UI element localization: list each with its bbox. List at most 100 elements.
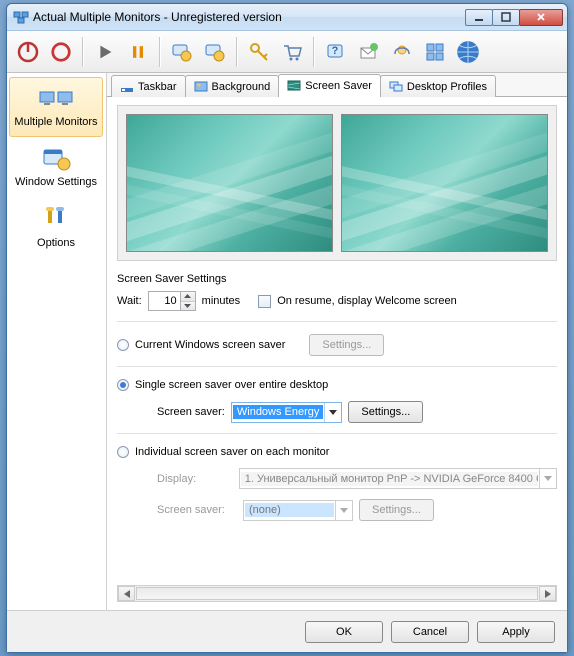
combo-value: Windows Energy (233, 405, 324, 419)
app-icon (13, 9, 29, 25)
combo-value: (none) (245, 503, 334, 517)
wait-label: Wait: (117, 295, 142, 307)
pause-button[interactable] (122, 35, 154, 69)
separator (117, 433, 557, 434)
radio-individual-label: Individual screen saver on each monitor (135, 446, 329, 458)
nav-label: Multiple Monitors (14, 116, 97, 128)
chevron-down-icon (539, 469, 556, 488)
support-button[interactable] (386, 35, 418, 69)
display-combo: 1. Универсальный монитор PnP -> NVIDIA G… (239, 468, 557, 489)
titlebar[interactable]: Actual Multiple Monitors - Unregistered … (7, 4, 567, 31)
indiv-settings-button: Settings... (359, 499, 434, 521)
single-saver-row: Screen saver: Windows Energy Settings... (157, 401, 557, 423)
help-button[interactable]: ? (320, 35, 352, 69)
key-button[interactable] (243, 35, 275, 69)
nav-window-settings[interactable]: Window Settings (9, 137, 103, 197)
windows-button[interactable] (419, 35, 451, 69)
spin-down[interactable] (181, 302, 195, 311)
tab-screen-saver[interactable]: Screen Saver (278, 74, 381, 97)
scroll-left-icon[interactable] (118, 586, 135, 601)
single-settings-button[interactable]: Settings... (348, 401, 423, 423)
nav-label: Window Settings (15, 176, 97, 188)
on-resume-checkbox[interactable] (258, 295, 271, 308)
nav-options[interactable]: Options (9, 197, 103, 257)
preview-monitor-1 (126, 114, 333, 252)
wait-units: minutes (202, 295, 241, 307)
wait-input[interactable] (148, 291, 180, 311)
on-resume-label: On resume, display Welcome screen (277, 295, 457, 307)
stop-button[interactable] (45, 35, 77, 69)
svg-text:?: ? (332, 45, 339, 57)
profiles-icon (389, 80, 403, 94)
tab-label: Taskbar (138, 81, 177, 93)
group-title: Screen Saver Settings (117, 273, 557, 285)
taskbar-icon (120, 80, 134, 94)
apply-button[interactable]: Apply (477, 621, 555, 643)
tab-label: Screen Saver (305, 80, 372, 92)
chevron-down-icon[interactable] (324, 403, 341, 422)
radio-single-row: Single screen saver over entire desktop (117, 379, 557, 391)
tab-desktop-profiles[interactable]: Desktop Profiles (380, 75, 496, 97)
radio-single-label: Single screen saver over entire desktop (135, 379, 328, 391)
radio-current-label: Current Windows screen saver (135, 339, 285, 351)
spin-up[interactable] (181, 292, 195, 302)
tab-taskbar[interactable]: Taskbar (111, 75, 186, 97)
dialog-footer: OK Cancel Apply (7, 610, 567, 652)
current-settings-button[interactable]: Settings... (309, 334, 384, 356)
play-button[interactable] (89, 35, 121, 69)
separator (117, 321, 557, 322)
toolbar-separator (236, 37, 238, 67)
screen-saver-settings-group: Screen Saver Settings Wait: minutes (117, 273, 557, 531)
nav-label: Options (37, 237, 75, 249)
config-button-2[interactable] (199, 35, 231, 69)
tab-background[interactable]: Background (185, 75, 280, 97)
nav-multiple-monitors[interactable]: Multiple Monitors (9, 77, 103, 137)
app-window: Actual Multiple Monitors - Unregistered … (6, 3, 568, 653)
preview-monitor-2 (341, 114, 548, 252)
left-nav: Multiple Monitors Window Settings Option… (7, 73, 107, 610)
wait-row: Wait: minutes On resume, display Welcome… (117, 291, 557, 311)
tab-label: Background (212, 81, 271, 93)
toolbar-separator (82, 37, 84, 67)
work-area: Multiple Monitors Window Settings Option… (7, 73, 567, 610)
combo-value: 1. Универсальный монитор PnP -> NVIDIA G… (241, 472, 538, 486)
right-pane: Taskbar Background Screen Saver Desktop … (107, 73, 567, 610)
tabs: Taskbar Background Screen Saver Desktop … (107, 73, 567, 97)
display-row: Display: 1. Универсальный монитор PnP ->… (157, 468, 557, 489)
globe-button[interactable] (452, 35, 484, 69)
screensaver-icon (287, 79, 301, 93)
window-title: Actual Multiple Monitors - Unregistered … (33, 10, 466, 24)
toolbar-separator (313, 37, 315, 67)
close-button[interactable] (519, 9, 563, 26)
scroll-right-icon[interactable] (539, 586, 556, 601)
radio-current-row: Current Windows screen saver Settings... (117, 334, 557, 356)
radio-individual[interactable] (117, 446, 129, 458)
indiv-saver-label: Screen saver: (157, 504, 237, 516)
background-icon (194, 80, 208, 94)
feedback-button[interactable] (353, 35, 385, 69)
screen-saver-label: Screen saver: (157, 406, 225, 418)
radio-individual-row: Individual screen saver on each monitor (117, 446, 557, 458)
radio-single[interactable] (117, 379, 129, 391)
tab-label: Desktop Profiles (407, 81, 487, 93)
maximize-button[interactable] (492, 9, 520, 26)
cart-button[interactable] (276, 35, 308, 69)
horizontal-scrollbar[interactable] (117, 585, 557, 602)
wait-spinner[interactable] (148, 291, 196, 311)
minimize-button[interactable] (465, 9, 493, 26)
screensaver-preview (117, 105, 557, 261)
window-controls (466, 9, 563, 26)
cancel-button[interactable]: Cancel (391, 621, 469, 643)
radio-current[interactable] (117, 339, 129, 351)
separator (117, 366, 557, 367)
single-saver-combo[interactable]: Windows Energy (231, 402, 343, 423)
toolbar-separator (159, 37, 161, 67)
tab-page-screen-saver: Screen Saver Settings Wait: minutes (107, 96, 567, 610)
chevron-down-icon (335, 501, 352, 520)
power-button[interactable] (12, 35, 44, 69)
config-button-1[interactable] (166, 35, 198, 69)
indiv-saver-combo: (none) (243, 500, 353, 521)
indiv-saver-row: Screen saver: (none) Settings... (157, 499, 557, 521)
ok-button[interactable]: OK (305, 621, 383, 643)
scroll-thumb[interactable] (136, 587, 538, 600)
